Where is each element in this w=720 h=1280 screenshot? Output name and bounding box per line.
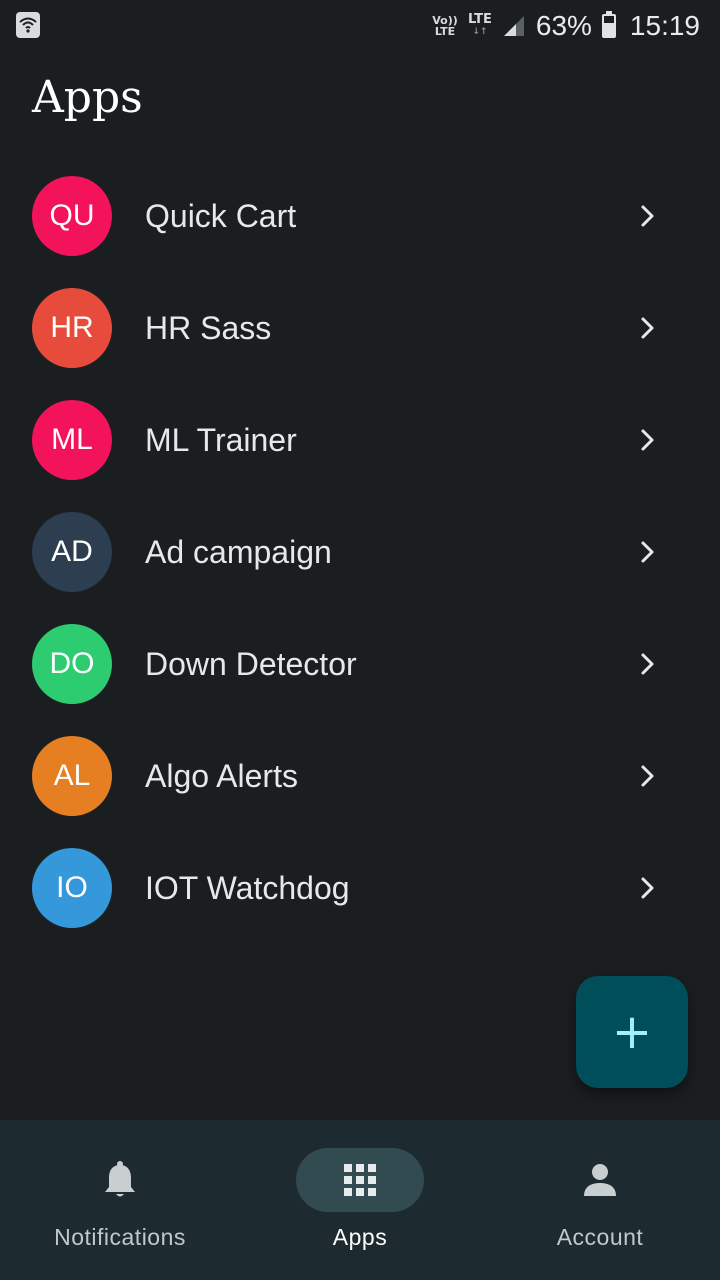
bell-icon bbox=[105, 1161, 135, 1197]
chevron-right-icon bbox=[641, 205, 654, 227]
app-list-item[interactable]: DO Down Detector bbox=[0, 608, 720, 720]
app-name: Ad campaign bbox=[145, 534, 332, 570]
app-list-item[interactable]: ML ML Trainer bbox=[0, 384, 720, 496]
plus-icon: + bbox=[611, 1004, 653, 1060]
grid-icon bbox=[344, 1164, 376, 1196]
add-app-button[interactable]: + bbox=[576, 976, 688, 1088]
nav-icon-container bbox=[56, 1148, 184, 1212]
person-icon bbox=[584, 1164, 616, 1196]
app-list-item[interactable]: QU Quick Cart bbox=[0, 160, 720, 272]
chevron-right-icon bbox=[641, 765, 654, 787]
nav-label-notifications: Notifications bbox=[54, 1224, 186, 1250]
app-name: Algo Alerts bbox=[145, 758, 298, 794]
status-bar: Vo)) LTE LTE ↓↑ 63% 15:19 bbox=[0, 0, 720, 52]
lte-indicator: LTE ↓↑ bbox=[467, 12, 492, 37]
app-avatar: AL bbox=[32, 736, 112, 816]
nav-account[interactable]: Account bbox=[480, 1120, 720, 1280]
bottom-navigation: Notifications Apps Account bbox=[0, 1120, 720, 1280]
app-avatar: AD bbox=[32, 512, 112, 592]
app-name: HR Sass bbox=[145, 310, 272, 346]
app-avatar: DO bbox=[32, 624, 112, 704]
app-avatar: HR bbox=[32, 288, 112, 368]
app-list-item[interactable]: HR HR Sass bbox=[0, 272, 720, 384]
app-name: Down Detector bbox=[145, 646, 357, 682]
page-title: Apps bbox=[32, 72, 143, 123]
app-avatar: QU bbox=[32, 176, 112, 256]
chevron-right-icon bbox=[641, 541, 654, 563]
wifi-icon bbox=[16, 12, 40, 38]
chevron-right-icon bbox=[641, 653, 654, 675]
chevron-right-icon bbox=[641, 317, 654, 339]
app-name: IOT Watchdog bbox=[145, 870, 350, 906]
app-list: QU Quick Cart HR HR Sass ML ML Trainer A… bbox=[0, 160, 720, 944]
app-avatar: IO bbox=[32, 848, 112, 928]
battery-percent: 63% bbox=[535, 10, 592, 41]
chevron-right-icon bbox=[641, 429, 654, 451]
nav-apps[interactable]: Apps bbox=[240, 1120, 480, 1280]
nav-notifications[interactable]: Notifications bbox=[0, 1120, 240, 1280]
app-name: Quick Cart bbox=[145, 198, 297, 234]
battery-icon bbox=[601, 11, 616, 38]
app-name: ML Trainer bbox=[145, 422, 297, 458]
clock: 15:19 bbox=[629, 10, 700, 41]
chevron-right-icon bbox=[641, 877, 654, 899]
signal-icon bbox=[503, 16, 524, 36]
volte-indicator: Vo)) LTE bbox=[432, 14, 458, 38]
nav-label-account: Account bbox=[556, 1224, 644, 1250]
app-list-item[interactable]: AL Algo Alerts bbox=[0, 720, 720, 832]
app-avatar: ML bbox=[32, 400, 112, 480]
app-list-item[interactable]: IO IOT Watchdog bbox=[0, 832, 720, 944]
nav-icon-container-active bbox=[296, 1148, 424, 1212]
app-list-item[interactable]: AD Ad campaign bbox=[0, 496, 720, 608]
nav-label-apps: Apps bbox=[332, 1224, 388, 1250]
nav-icon-container bbox=[536, 1148, 664, 1212]
